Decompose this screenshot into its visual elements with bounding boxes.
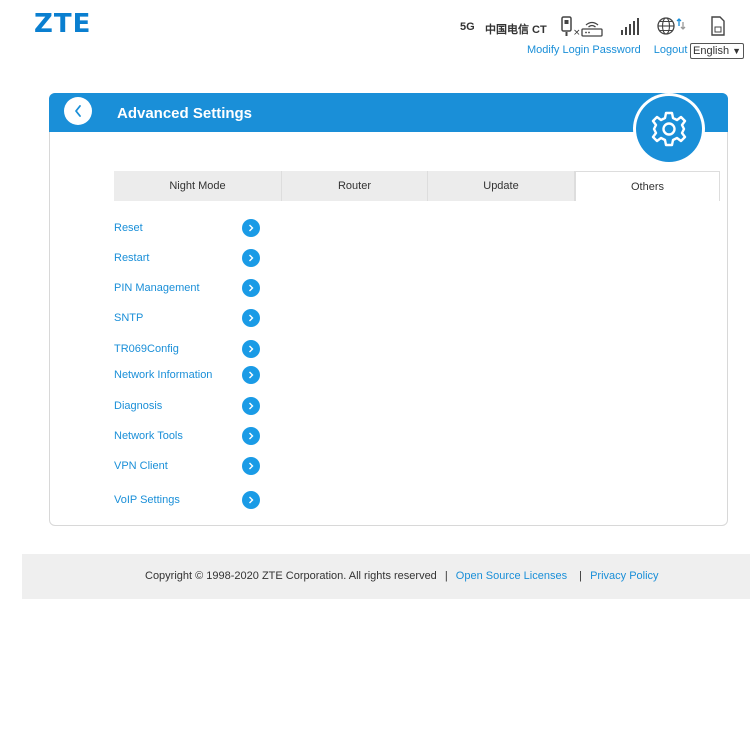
menu-item-label: Network Information bbox=[114, 369, 213, 381]
chevron-right-icon[interactable] bbox=[242, 219, 260, 237]
page-title: Advanced Settings bbox=[117, 105, 253, 122]
menu-item-network-information[interactable]: Network Information bbox=[114, 366, 264, 386]
menu-item-label: SNTP bbox=[114, 312, 144, 324]
chevron-right-icon[interactable] bbox=[242, 279, 260, 297]
menu-item-network-tools[interactable]: Network Tools bbox=[114, 427, 264, 447]
copyright-text: Copyright © 1998-2020 ZTE Corporation. A… bbox=[145, 570, 437, 582]
menu-item-label: Restart bbox=[114, 252, 150, 264]
menu-item-reset[interactable]: Reset bbox=[114, 219, 264, 239]
chevron-left-icon bbox=[75, 105, 81, 117]
zte-logo: ZTE bbox=[34, 9, 92, 39]
menu-item-label: Diagnosis bbox=[114, 400, 163, 412]
chevron-right-icon[interactable] bbox=[242, 249, 260, 267]
modify-password-link[interactable]: Modify Login Password bbox=[527, 44, 641, 56]
menu-item-sntp[interactable]: SNTP bbox=[114, 309, 264, 329]
menu-item-pin-management[interactable]: PIN Management bbox=[114, 279, 264, 299]
menu-item-voip-settings[interactable]: VoIP Settings bbox=[114, 491, 264, 511]
chevron-right-icon[interactable] bbox=[242, 397, 260, 415]
tab-others[interactable]: Others bbox=[575, 171, 720, 201]
advanced-settings-card: Advanced Settings Night Mode Router Upda… bbox=[49, 93, 728, 526]
menu-item-label: PIN Management bbox=[114, 282, 200, 294]
menu-item-vpn-client[interactable]: VPN Client bbox=[114, 457, 264, 477]
footer-separator: | bbox=[579, 570, 583, 582]
chevron-right-icon[interactable] bbox=[242, 491, 260, 509]
chevron-right-icon[interactable] bbox=[242, 457, 260, 475]
sim-card-icon bbox=[710, 16, 726, 41]
sim-disconnected-icon: × bbox=[560, 16, 606, 43]
chevron-right-icon[interactable] bbox=[242, 340, 260, 358]
chevron-down-icon: ▼ bbox=[732, 46, 741, 56]
gear-icon bbox=[651, 111, 687, 147]
logout-link[interactable]: Logout bbox=[654, 44, 688, 56]
globe-data-icon bbox=[656, 14, 688, 43]
tab-router[interactable]: Router bbox=[282, 171, 428, 201]
menu-item-label: Reset bbox=[114, 222, 143, 234]
menu-item-diagnosis[interactable]: Diagnosis bbox=[114, 397, 264, 417]
language-value: English bbox=[693, 45, 730, 57]
menu-item-label: TR069Config bbox=[114, 343, 179, 355]
menu-item-restart[interactable]: Restart bbox=[114, 249, 264, 269]
carrier-name: 中国电信 CT bbox=[485, 24, 547, 36]
chevron-right-icon[interactable] bbox=[242, 366, 260, 384]
chevron-right-icon[interactable] bbox=[242, 309, 260, 327]
footer: Copyright © 1998-2020 ZTE Corporation. A… bbox=[22, 554, 750, 599]
network-type: 5G bbox=[460, 21, 475, 33]
menu-item-label: Network Tools bbox=[114, 430, 183, 442]
footer-separator: | bbox=[444, 570, 448, 582]
language-select[interactable]: English ▼ bbox=[690, 43, 744, 59]
menu-item-label: VPN Client bbox=[114, 460, 168, 472]
chevron-right-icon[interactable] bbox=[242, 427, 260, 445]
privacy-policy-link[interactable]: Privacy Policy bbox=[590, 570, 658, 582]
settings-badge bbox=[633, 93, 705, 165]
menu-item-label: VoIP Settings bbox=[114, 494, 180, 506]
open-source-licenses-link[interactable]: Open Source Licenses bbox=[456, 570, 567, 582]
menu-item-tr069config[interactable]: TR069Config bbox=[114, 340, 264, 360]
back-button[interactable] bbox=[64, 97, 92, 125]
settings-tabs: Night Mode Router Update Others bbox=[114, 171, 720, 201]
svg-text:×: × bbox=[573, 28, 581, 38]
tab-night-mode[interactable]: Night Mode bbox=[114, 171, 282, 201]
tab-update[interactable]: Update bbox=[428, 171, 575, 201]
card-header: Advanced Settings bbox=[49, 93, 728, 132]
signal-bars-icon bbox=[620, 16, 640, 41]
header-links: Modify Login Password Logout bbox=[527, 44, 687, 56]
